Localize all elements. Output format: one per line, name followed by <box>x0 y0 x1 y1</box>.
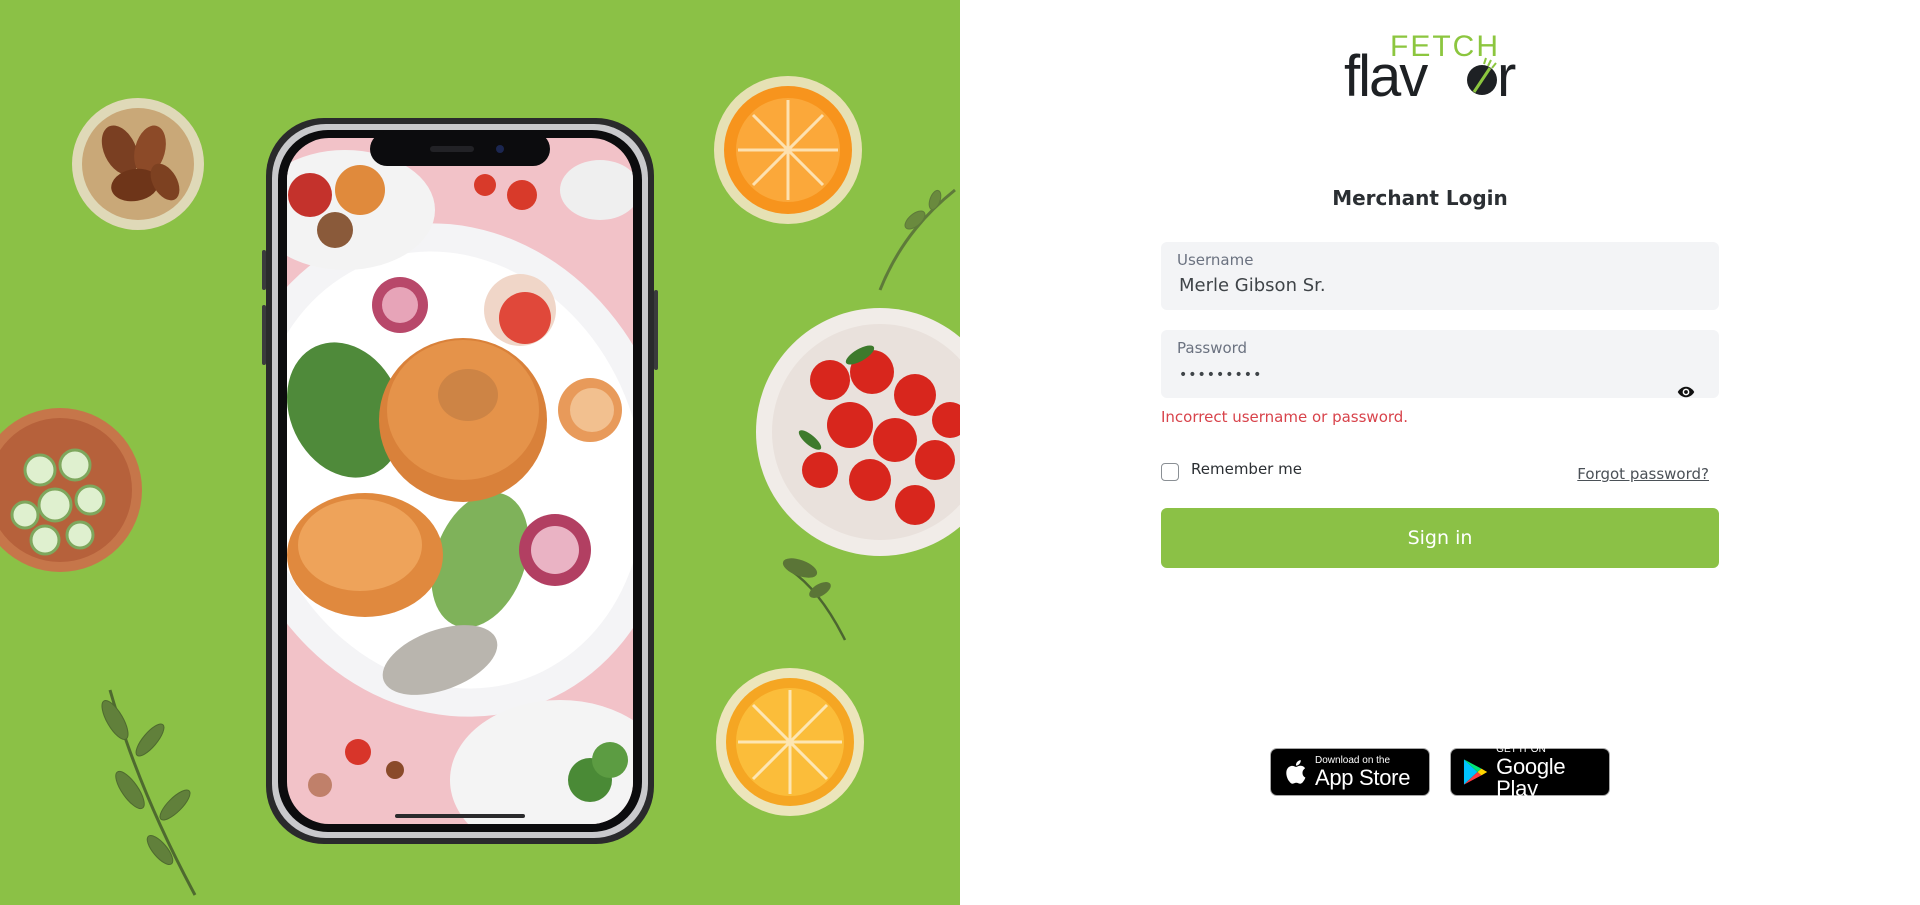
hero-image <box>0 0 960 905</box>
apple-icon <box>1286 760 1306 784</box>
forgot-password-link[interactable]: Forgot password? <box>1577 465 1709 483</box>
password-input[interactable]: ••••••••• <box>1179 367 1659 383</box>
login-error-message: Incorrect username or password. <box>1161 408 1409 426</box>
password-label: Password <box>1177 339 1248 357</box>
google-play-badge[interactable]: GET IT ON Google Play <box>1450 743 1610 799</box>
login-panel: FETCH flav r Merchant Login Username Pas… <box>960 0 1920 905</box>
app-store-small-text: Download on the <box>1315 754 1391 766</box>
google-play-small-text: GET IT ON <box>1496 743 1546 755</box>
login-page: FETCH flav r Merchant Login Username Pas… <box>0 0 1920 905</box>
app-store-badge[interactable]: Download on the App Store <box>1270 748 1430 796</box>
remember-me-checkbox[interactable] <box>1161 463 1179 481</box>
sign-in-button[interactable]: Sign in <box>1161 508 1719 568</box>
svg-text:r: r <box>1497 44 1516 106</box>
google-play-icon <box>1463 759 1488 785</box>
remember-me[interactable]: Remember me <box>1161 460 1302 483</box>
password-field[interactable]: Password ••••••••• <box>1161 330 1719 398</box>
svg-text:flav: flav <box>1344 44 1428 106</box>
remember-me-label[interactable]: Remember me <box>1191 460 1302 478</box>
username-field[interactable]: Username <box>1161 242 1719 310</box>
username-input[interactable] <box>1179 275 1659 296</box>
username-label: Username <box>1177 251 1254 269</box>
eye-icon[interactable] <box>1677 385 1695 399</box>
dates-bowl-image <box>72 98 204 230</box>
orange-slice-image <box>714 76 862 224</box>
fetch-flavor-logo: FETCH flav r <box>1344 30 1516 106</box>
lemon-slice-image <box>716 668 864 816</box>
page-title: Merchant Login <box>1332 186 1508 210</box>
google-play-big-text: Google Play <box>1496 753 1566 801</box>
app-store-big-text: App Store <box>1315 764 1411 790</box>
